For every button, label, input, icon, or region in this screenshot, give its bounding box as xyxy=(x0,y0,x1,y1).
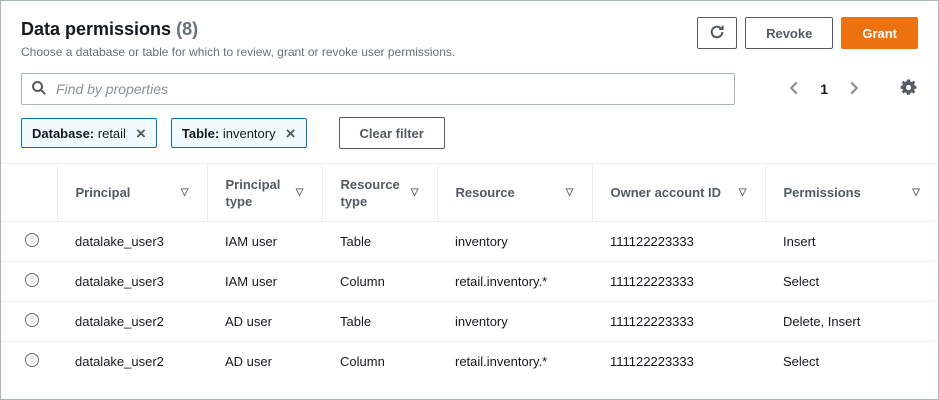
column-header[interactable]: Resource type ▽ xyxy=(322,164,437,222)
row-radio[interactable] xyxy=(25,353,39,367)
table-cell: AD user xyxy=(207,302,322,342)
sort-icon[interactable]: ▽ xyxy=(296,184,304,201)
page-title: Data permissions (8) xyxy=(21,17,455,41)
column-header-label: Principal type xyxy=(226,176,290,210)
column-header[interactable]: Resource ▽ xyxy=(437,164,592,222)
filter-chip-label: Database: xyxy=(32,126,94,141)
sort-icon[interactable]: ▽ xyxy=(566,184,574,201)
table-cell: datalake_user3 xyxy=(57,222,207,262)
next-page-button[interactable] xyxy=(846,79,861,100)
row-select-cell xyxy=(1,302,57,342)
filter-chip-label: Table: xyxy=(182,126,219,141)
toolbar: 1 xyxy=(1,59,938,105)
table-cell: datalake_user2 xyxy=(57,342,207,382)
column-header-label: Permissions xyxy=(784,184,861,201)
permissions-table: Principal▽Principal type▽Resource type▽R… xyxy=(1,163,938,382)
row-select-cell xyxy=(1,262,57,302)
column-header[interactable]: Owner account ID ▽ xyxy=(592,164,765,222)
table-cell: datalake_user3 xyxy=(57,262,207,302)
next-page-icon xyxy=(848,81,859,98)
table-cell: AD user xyxy=(207,342,322,382)
row-radio[interactable] xyxy=(25,313,39,327)
data-permissions-panel: Data permissions (8) Choose a database o… xyxy=(0,0,939,400)
table-cell: 111122223333 xyxy=(592,302,765,342)
previous-page-button[interactable] xyxy=(787,79,802,100)
column-header-label: Owner account ID xyxy=(611,184,722,201)
panel-header: Data permissions (8) Choose a database o… xyxy=(1,1,938,59)
row-select-cell xyxy=(1,222,57,262)
title-block: Data permissions (8) Choose a database o… xyxy=(21,17,455,59)
search-box xyxy=(21,73,735,105)
table-cell: Insert xyxy=(765,222,938,262)
select-column-header xyxy=(1,164,57,222)
filter-chip-value: inventory xyxy=(223,126,276,141)
search-input[interactable] xyxy=(21,73,735,105)
preferences-button[interactable] xyxy=(899,78,918,100)
table-cell: inventory xyxy=(437,302,592,342)
row-radio[interactable] xyxy=(25,233,39,247)
table-cell: 111122223333 xyxy=(592,262,765,302)
table-cell: 111122223333 xyxy=(592,342,765,382)
page-subtitle: Choose a database or table for which to … xyxy=(21,45,455,59)
remove-filter-icon[interactable]: × xyxy=(284,125,298,142)
sort-icon[interactable]: ▽ xyxy=(411,184,419,201)
table-cell: retail.inventory.* xyxy=(437,342,592,382)
table-cell: IAM user xyxy=(207,262,322,302)
grant-button[interactable]: Grant xyxy=(841,17,918,49)
pagination: 1 xyxy=(787,79,861,100)
table-cell: Column xyxy=(322,342,437,382)
filter-chip-value: retail xyxy=(98,126,126,141)
sort-icon[interactable]: ▽ xyxy=(181,184,189,201)
table-cell: Table xyxy=(322,302,437,342)
table-cell: inventory xyxy=(437,222,592,262)
filter-chip-database: Database: retail × xyxy=(21,118,157,148)
table-cell: Select xyxy=(765,342,938,382)
revoke-button[interactable]: Revoke xyxy=(745,17,833,49)
search-icon xyxy=(31,80,47,101)
table-cell: 111122223333 xyxy=(592,222,765,262)
item-count: (8) xyxy=(176,19,198,39)
table-cell: datalake_user2 xyxy=(57,302,207,342)
sort-icon[interactable]: ▽ xyxy=(912,184,920,201)
column-header-label: Resource type xyxy=(341,176,405,210)
table-cell: Table xyxy=(322,222,437,262)
table-cell: retail.inventory.* xyxy=(437,262,592,302)
table-cell: Select xyxy=(765,262,938,302)
column-header[interactable]: Principal ▽ xyxy=(57,164,207,222)
table-body: datalake_user3IAM userTableinventory1111… xyxy=(1,222,938,382)
active-filters: Database: retail × Table: inventory × Cl… xyxy=(1,105,938,149)
table-row: datalake_user2AD userTableinventory11112… xyxy=(1,302,938,342)
previous-page-icon xyxy=(789,81,800,98)
column-header-label: Principal xyxy=(76,184,131,201)
clear-filter-button[interactable]: Clear filter xyxy=(339,117,445,149)
column-header[interactable]: Principal type ▽ xyxy=(207,164,322,222)
column-header[interactable]: Permissions ▽ xyxy=(765,164,938,222)
table-row: datalake_user3IAM userTableinventory1111… xyxy=(1,222,938,262)
row-select-cell xyxy=(1,342,57,382)
remove-filter-icon[interactable]: × xyxy=(134,125,148,142)
row-radio[interactable] xyxy=(25,273,39,287)
current-page[interactable]: 1 xyxy=(820,81,828,97)
sort-icon[interactable]: ▽ xyxy=(739,184,747,201)
table-row: datalake_user3IAM userColumnretail.inven… xyxy=(1,262,938,302)
filter-chip-table: Table: inventory × xyxy=(171,118,307,148)
table-row: datalake_user2AD userColumnretail.invent… xyxy=(1,342,938,382)
refresh-icon xyxy=(709,24,725,43)
table-cell: Delete, Insert xyxy=(765,302,938,342)
page-title-text: Data permissions xyxy=(21,19,171,39)
table-cell: Column xyxy=(322,262,437,302)
refresh-button[interactable] xyxy=(697,17,737,49)
table-header-row: Principal▽Principal type▽Resource type▽R… xyxy=(1,164,938,222)
column-header-label: Resource xyxy=(456,184,515,201)
settings-gear-icon xyxy=(899,78,918,100)
header-actions: Revoke Grant xyxy=(697,17,918,49)
table-cell: IAM user xyxy=(207,222,322,262)
